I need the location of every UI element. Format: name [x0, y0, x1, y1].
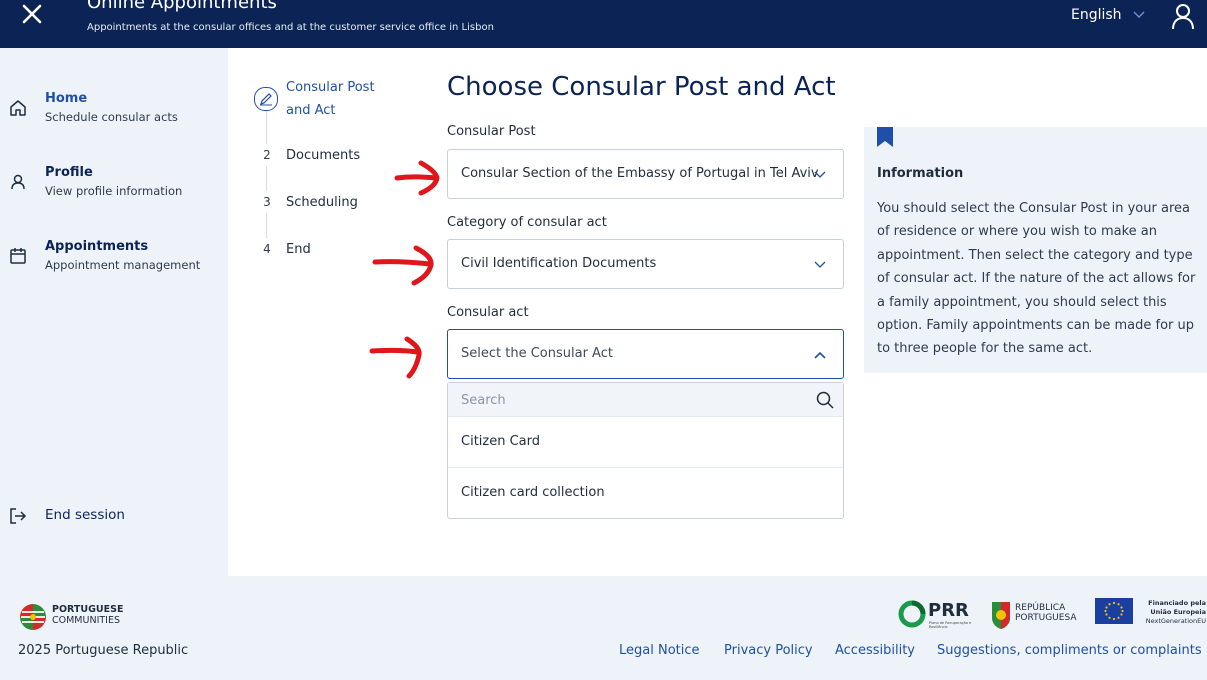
user-account-icon[interactable] [1170, 1, 1196, 31]
step-3-label: Scheduling [286, 195, 358, 210]
step-2-label: Documents [286, 148, 361, 163]
app-subtitle: Appointments at the consular offices and… [87, 22, 494, 33]
chevron-down-icon [814, 171, 826, 178]
sidebar-item-sublabel: Appointment management [45, 258, 201, 272]
app-header: Online Appointments Appointments at the … [0, 0, 1207, 48]
consular-post-select[interactable]: Consular Section of the Embassy of Portu… [447, 149, 844, 199]
brand-line2: COMMUNITIES [52, 615, 121, 626]
annotation-arrow-icon [372, 245, 434, 286]
category-select[interactable]: Civil Identification Documents [447, 239, 844, 289]
sidebar-item-label: Home [45, 91, 88, 106]
information-text: You should select the Consular Post in y… [877, 201, 1196, 357]
consular-act-placeholder: Select the Consular Act [461, 346, 613, 361]
step-1-label-line1: Consular Post [286, 80, 375, 95]
page-title: Choose Consular Post and Act [447, 72, 836, 102]
consular-post-label: Consular Post [447, 124, 536, 139]
bookmark-icon [877, 127, 893, 147]
step-4-label: End [286, 242, 311, 257]
home-icon [10, 100, 26, 116]
footer: PORTUGUESE COMMUNITIES 2025 Portuguese R… [0, 576, 1207, 680]
republic-line2: PORTUGUESA [1015, 613, 1077, 623]
category-label: Category of consular act [447, 215, 607, 230]
consular-act-select[interactable]: Select the Consular Act [447, 329, 844, 379]
information-title: Information [877, 166, 964, 181]
eu-line3: NextGenerationEU [1145, 617, 1206, 625]
republic-line1: REPÚBLICA [1015, 603, 1066, 613]
sidebar: Home Schedule consular acts Profile View… [0, 48, 228, 576]
step-2-number: 2 [256, 144, 278, 166]
end-session-button[interactable]: End session [0, 500, 228, 530]
copyright: 2025 Portuguese Republic [18, 643, 189, 658]
calendar-icon [10, 248, 26, 264]
information-panel: Information You should select the Consul… [864, 127, 1207, 373]
step-1-label-line2: and Act [286, 103, 336, 118]
privacy-policy-link[interactable]: Privacy Policy [724, 643, 813, 658]
step-1-edit-icon [254, 87, 278, 111]
sidebar-item-label: Appointments [45, 239, 149, 254]
category-value: Civil Identification Documents [461, 256, 657, 271]
stepper-line [266, 108, 267, 258]
sidebar-item-appointments[interactable]: Appointments Appointment management [0, 236, 228, 286]
prr-logo: PRR Plano de Recuperação e Resiliência [898, 600, 978, 632]
consular-act-dropdown: Search Citizen Card Citizen card collect… [447, 382, 844, 519]
chevron-up-icon [814, 351, 826, 359]
republica-portuguesa-logo: REPÚBLICA PORTUGUESA [990, 600, 1085, 632]
dropdown-search-input[interactable]: Search [448, 383, 843, 417]
brand-line1: PORTUGUESE [52, 604, 124, 615]
legal-notice-link[interactable]: Legal Notice [619, 643, 700, 658]
eu-funding-logo: Financiado pela União Europeia NextGener… [1095, 598, 1206, 630]
step-4-number: 4 [256, 238, 278, 260]
accessibility-link[interactable]: Accessibility [835, 643, 915, 658]
sidebar-item-home[interactable]: Home Schedule consular acts [0, 88, 228, 138]
portuguese-communities-text: PORTUGUESE COMMUNITIES [52, 604, 123, 626]
sidebar-item-label: Profile [45, 165, 93, 180]
search-icon [816, 391, 834, 409]
consular-post-value: Consular Section of the Embassy of Portu… [461, 166, 819, 181]
prr-subtext: Plano de Recuperação e Resiliência [929, 621, 972, 629]
eu-line1: Financiado pela [1148, 599, 1206, 607]
language-label: English [1071, 7, 1122, 23]
suggestions-link[interactable]: Suggestions, compliments or complaints [937, 643, 1202, 658]
logout-icon [10, 508, 27, 524]
prr-text: PRR [928, 600, 969, 621]
sidebar-item-sublabel: Schedule consular acts [45, 110, 178, 124]
close-icon[interactable] [18, 2, 46, 30]
consular-act-label: Consular act [447, 305, 529, 320]
language-selector[interactable]: English [1071, 7, 1146, 23]
sidebar-item-sublabel: View profile information [45, 184, 183, 198]
dropdown-option-label: Citizen Card [461, 434, 541, 449]
step-1-label[interactable]: Consular Post and Act [286, 76, 375, 122]
dropdown-option[interactable]: Citizen Card [448, 417, 843, 467]
chevron-down-icon [1133, 11, 1145, 18]
search-placeholder: Search [461, 393, 506, 408]
sidebar-item-profile[interactable]: Profile View profile information [0, 162, 228, 212]
app-title: Online Appointments [87, 0, 277, 13]
portuguese-communities-logo [20, 604, 46, 630]
end-session-label: End session [45, 507, 125, 523]
annotation-arrow-icon [369, 336, 422, 379]
annotation-arrow-icon [394, 160, 440, 196]
dropdown-option[interactable]: Citizen card collection [448, 468, 843, 518]
chevron-down-icon [814, 261, 826, 268]
eu-line2: União Europeia [1150, 608, 1206, 616]
person-icon [11, 174, 25, 190]
step-3-number: 3 [256, 191, 278, 213]
dropdown-option-label: Citizen card collection [461, 485, 605, 500]
